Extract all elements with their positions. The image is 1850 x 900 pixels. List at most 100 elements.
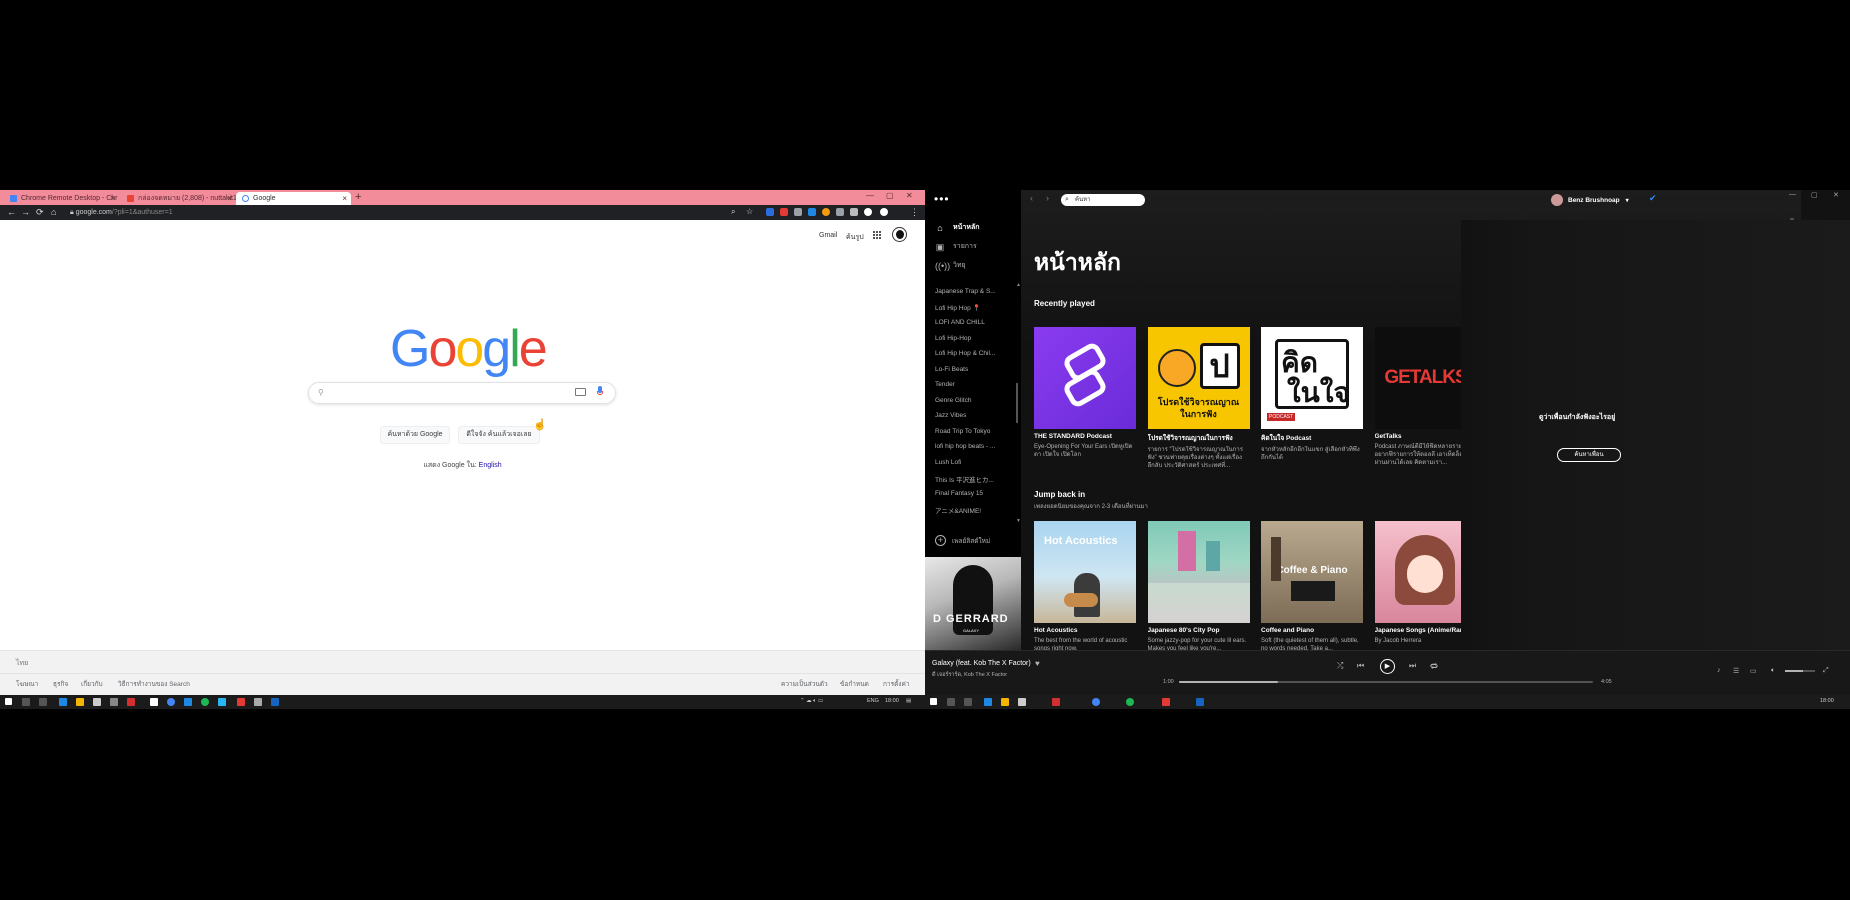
sidebar-playlist-item[interactable]: Lush Lofi — [935, 459, 1007, 466]
close-icon[interactable]: × — [342, 194, 347, 203]
footer-terms-link[interactable]: ข้อกำหนด — [840, 679, 869, 689]
card-title[interactable]: Hot Acoustics — [1034, 627, 1136, 634]
task-view-icon[interactable] — [964, 698, 972, 706]
card-artwork[interactable]: คิด ในใจ PODCAST — [1261, 327, 1363, 429]
forward-arrow-icon[interactable]: › — [1046, 193, 1049, 203]
volume-icon[interactable]: 🔈︎ — [1771, 667, 1775, 675]
keyboard-icon[interactable] — [575, 388, 586, 396]
google-search-input[interactable]: ⚲ — [308, 382, 616, 404]
volume-slider[interactable] — [1785, 670, 1815, 672]
card-artwork[interactable] — [1034, 327, 1136, 429]
sidebar-playlist-item[interactable]: Genre Glitch — [935, 397, 1007, 404]
sidebar-playlist-item[interactable]: Lofi Hip Hop & Chil... — [935, 350, 1007, 357]
nav-browse[interactable]: ▣ รายการ — [935, 241, 977, 252]
maximize-icon[interactable]: ▢ — [886, 191, 894, 200]
sidebar-playlist-item[interactable]: Lo-Fi Beats — [935, 366, 1007, 373]
chrome-icon[interactable] — [1092, 698, 1100, 706]
minimize-icon[interactable]: — — [1789, 191, 1796, 198]
card-title[interactable]: คิดในใจ Podcast — [1261, 433, 1363, 443]
extension-shield-icon[interactable] — [766, 208, 774, 216]
tab-google[interactable]: Google × — [236, 192, 351, 205]
close-window-icon[interactable]: ✕ — [1833, 191, 1839, 199]
sidebar-playlist-item[interactable]: Lofi Hip-Hop — [935, 335, 1007, 342]
images-link[interactable]: ค้นรูป — [846, 232, 864, 243]
extension-gray2-icon[interactable] — [836, 208, 844, 216]
spotify-icon[interactable] — [1126, 698, 1134, 706]
file-explorer-icon[interactable] — [1001, 698, 1009, 706]
minimize-icon[interactable]: — — [866, 191, 874, 200]
feeling-lucky-button[interactable]: ดีใจจัง ค้นแล้วเจอเลย — [458, 426, 540, 444]
extension-gray-icon[interactable] — [794, 208, 802, 216]
fullscreen-icon[interactable]: ⤢ — [1823, 667, 1829, 675]
more-options-icon[interactable]: ••• — [934, 192, 950, 206]
new-tab-icon[interactable]: + — [355, 191, 361, 203]
app-red2-icon[interactable] — [237, 698, 245, 706]
sidebar-playlist-item[interactable]: Final Fantasy 15 — [935, 490, 1007, 497]
sidebar-playlist-item[interactable]: Road Trip To Tokyo — [935, 428, 1007, 435]
devices-icon[interactable]: ▭ — [1750, 667, 1757, 675]
nav-radio[interactable]: ((•)) วิทยุ — [935, 260, 966, 271]
sidebar-playlist-item[interactable]: アニメ&ANIME! — [935, 505, 1007, 515]
nav-home[interactable]: ⌂ หน้าหลัก — [935, 222, 979, 233]
file-explorer-icon[interactable] — [76, 698, 84, 706]
progress-bar[interactable] — [1179, 681, 1593, 683]
app-red-icon[interactable] — [1052, 698, 1060, 706]
profile2-icon[interactable] — [880, 208, 888, 216]
footer-advertising-link[interactable]: โฆษณา — [16, 679, 38, 689]
edge-icon[interactable] — [984, 698, 992, 706]
extension-orange-icon[interactable] — [822, 208, 830, 216]
lyrics-icon[interactable]: ♪ — [1717, 667, 1721, 674]
windows-start-icon[interactable] — [5, 698, 12, 705]
back-arrow-icon[interactable]: ‹ — [1030, 193, 1033, 203]
footer-settings-link[interactable]: การตั้งค่า — [883, 679, 909, 689]
footer-how-search-works-link[interactable]: วิธีการทำงานของ Search — [118, 679, 190, 689]
new-playlist-button[interactable]: + เพลย์ลิสต์ใหม่ — [935, 535, 990, 546]
edge-icon[interactable] — [59, 698, 67, 706]
search-icon[interactable] — [22, 698, 30, 706]
media-card[interactable]: Coffee & Piano Coffee and Piano Soft (the … — [1261, 521, 1363, 661]
word-icon[interactable] — [271, 698, 279, 706]
address-bar[interactable]: 🔒︎ google.com/?pli=1&authuser=1 — [70, 207, 730, 218]
extension-red-icon[interactable] — [780, 208, 788, 216]
previous-icon[interactable]: ⏮ — [1357, 661, 1364, 671]
google-apps-icon[interactable] — [873, 231, 882, 240]
card-artwork[interactable]: Hot Acoustics — [1034, 521, 1136, 623]
track-artist[interactable]: ดี เจอร์ราร์ด, Kob The X Factor — [932, 671, 1007, 679]
next-icon[interactable]: ⏭ — [1409, 661, 1416, 671]
footer-business-link[interactable]: ธุรกิจ — [53, 679, 68, 689]
maximize-icon[interactable]: ▢ — [1811, 191, 1818, 199]
sidebar-playlist-item[interactable]: Jazz Vibes — [935, 412, 1007, 419]
back-icon[interactable]: ← — [7, 207, 16, 217]
close-window-icon[interactable]: ✕ — [906, 191, 913, 200]
language-indicator[interactable]: ENG — [867, 698, 879, 704]
app-red2-icon[interactable] — [1162, 698, 1170, 706]
play-button[interactable]: ▶ — [1380, 659, 1395, 674]
heart-icon[interactable]: ♥ — [1035, 659, 1040, 668]
sidebar-scrollbar[interactable] — [1015, 278, 1019, 428]
shuffle-icon[interactable]: ⤮ — [1337, 661, 1343, 671]
menu-dots-icon[interactable]: ⋮ — [910, 207, 919, 218]
app-white-icon[interactable] — [150, 698, 158, 706]
store-icon[interactable] — [1018, 698, 1026, 706]
sidebar-playlist-item[interactable]: This Is 平沢進ヒカ... — [935, 474, 1007, 484]
word-icon[interactable] — [1196, 698, 1204, 706]
app-red-icon[interactable] — [127, 698, 135, 706]
clock[interactable]: 18:00 — [885, 698, 899, 704]
english-link[interactable]: English — [479, 462, 502, 469]
footer-about-link[interactable]: เกี่ยวกับ — [81, 679, 103, 689]
close-icon[interactable]: × — [227, 194, 232, 203]
notifications-icon[interactable]: ▤ — [906, 698, 911, 704]
sidebar-playlist-item[interactable]: lofi hip hop beats - ... — [935, 443, 1007, 450]
tab-gmail[interactable]: กล่องจดหมาย (2,808) - nuttakit1017 × — [121, 192, 236, 205]
tray-icons[interactable]: ⌃ ☁ 🔈︎ ▭ — [800, 698, 823, 705]
tab-chrome-remote-desktop[interactable]: Chrome Remote Desktop - Chr × — [4, 192, 119, 205]
clock[interactable]: 18:00 — [1820, 698, 1834, 704]
sidebar-playlist-item[interactable]: Tender — [935, 381, 1007, 388]
profile-icon[interactable] — [864, 208, 872, 216]
spotify-icon[interactable] — [201, 698, 209, 706]
extension-puzzle-icon[interactable] — [850, 208, 858, 216]
media-card[interactable]: Hot Acoustics Hot Acoustics The best from … — [1034, 521, 1136, 661]
card-title[interactable]: Coffee and Piano — [1261, 627, 1363, 634]
card-artwork[interactable]: ปโปรดใช้วิจารณญาณ ในการฟัง — [1147, 327, 1250, 429]
search-icon[interactable] — [947, 698, 955, 706]
